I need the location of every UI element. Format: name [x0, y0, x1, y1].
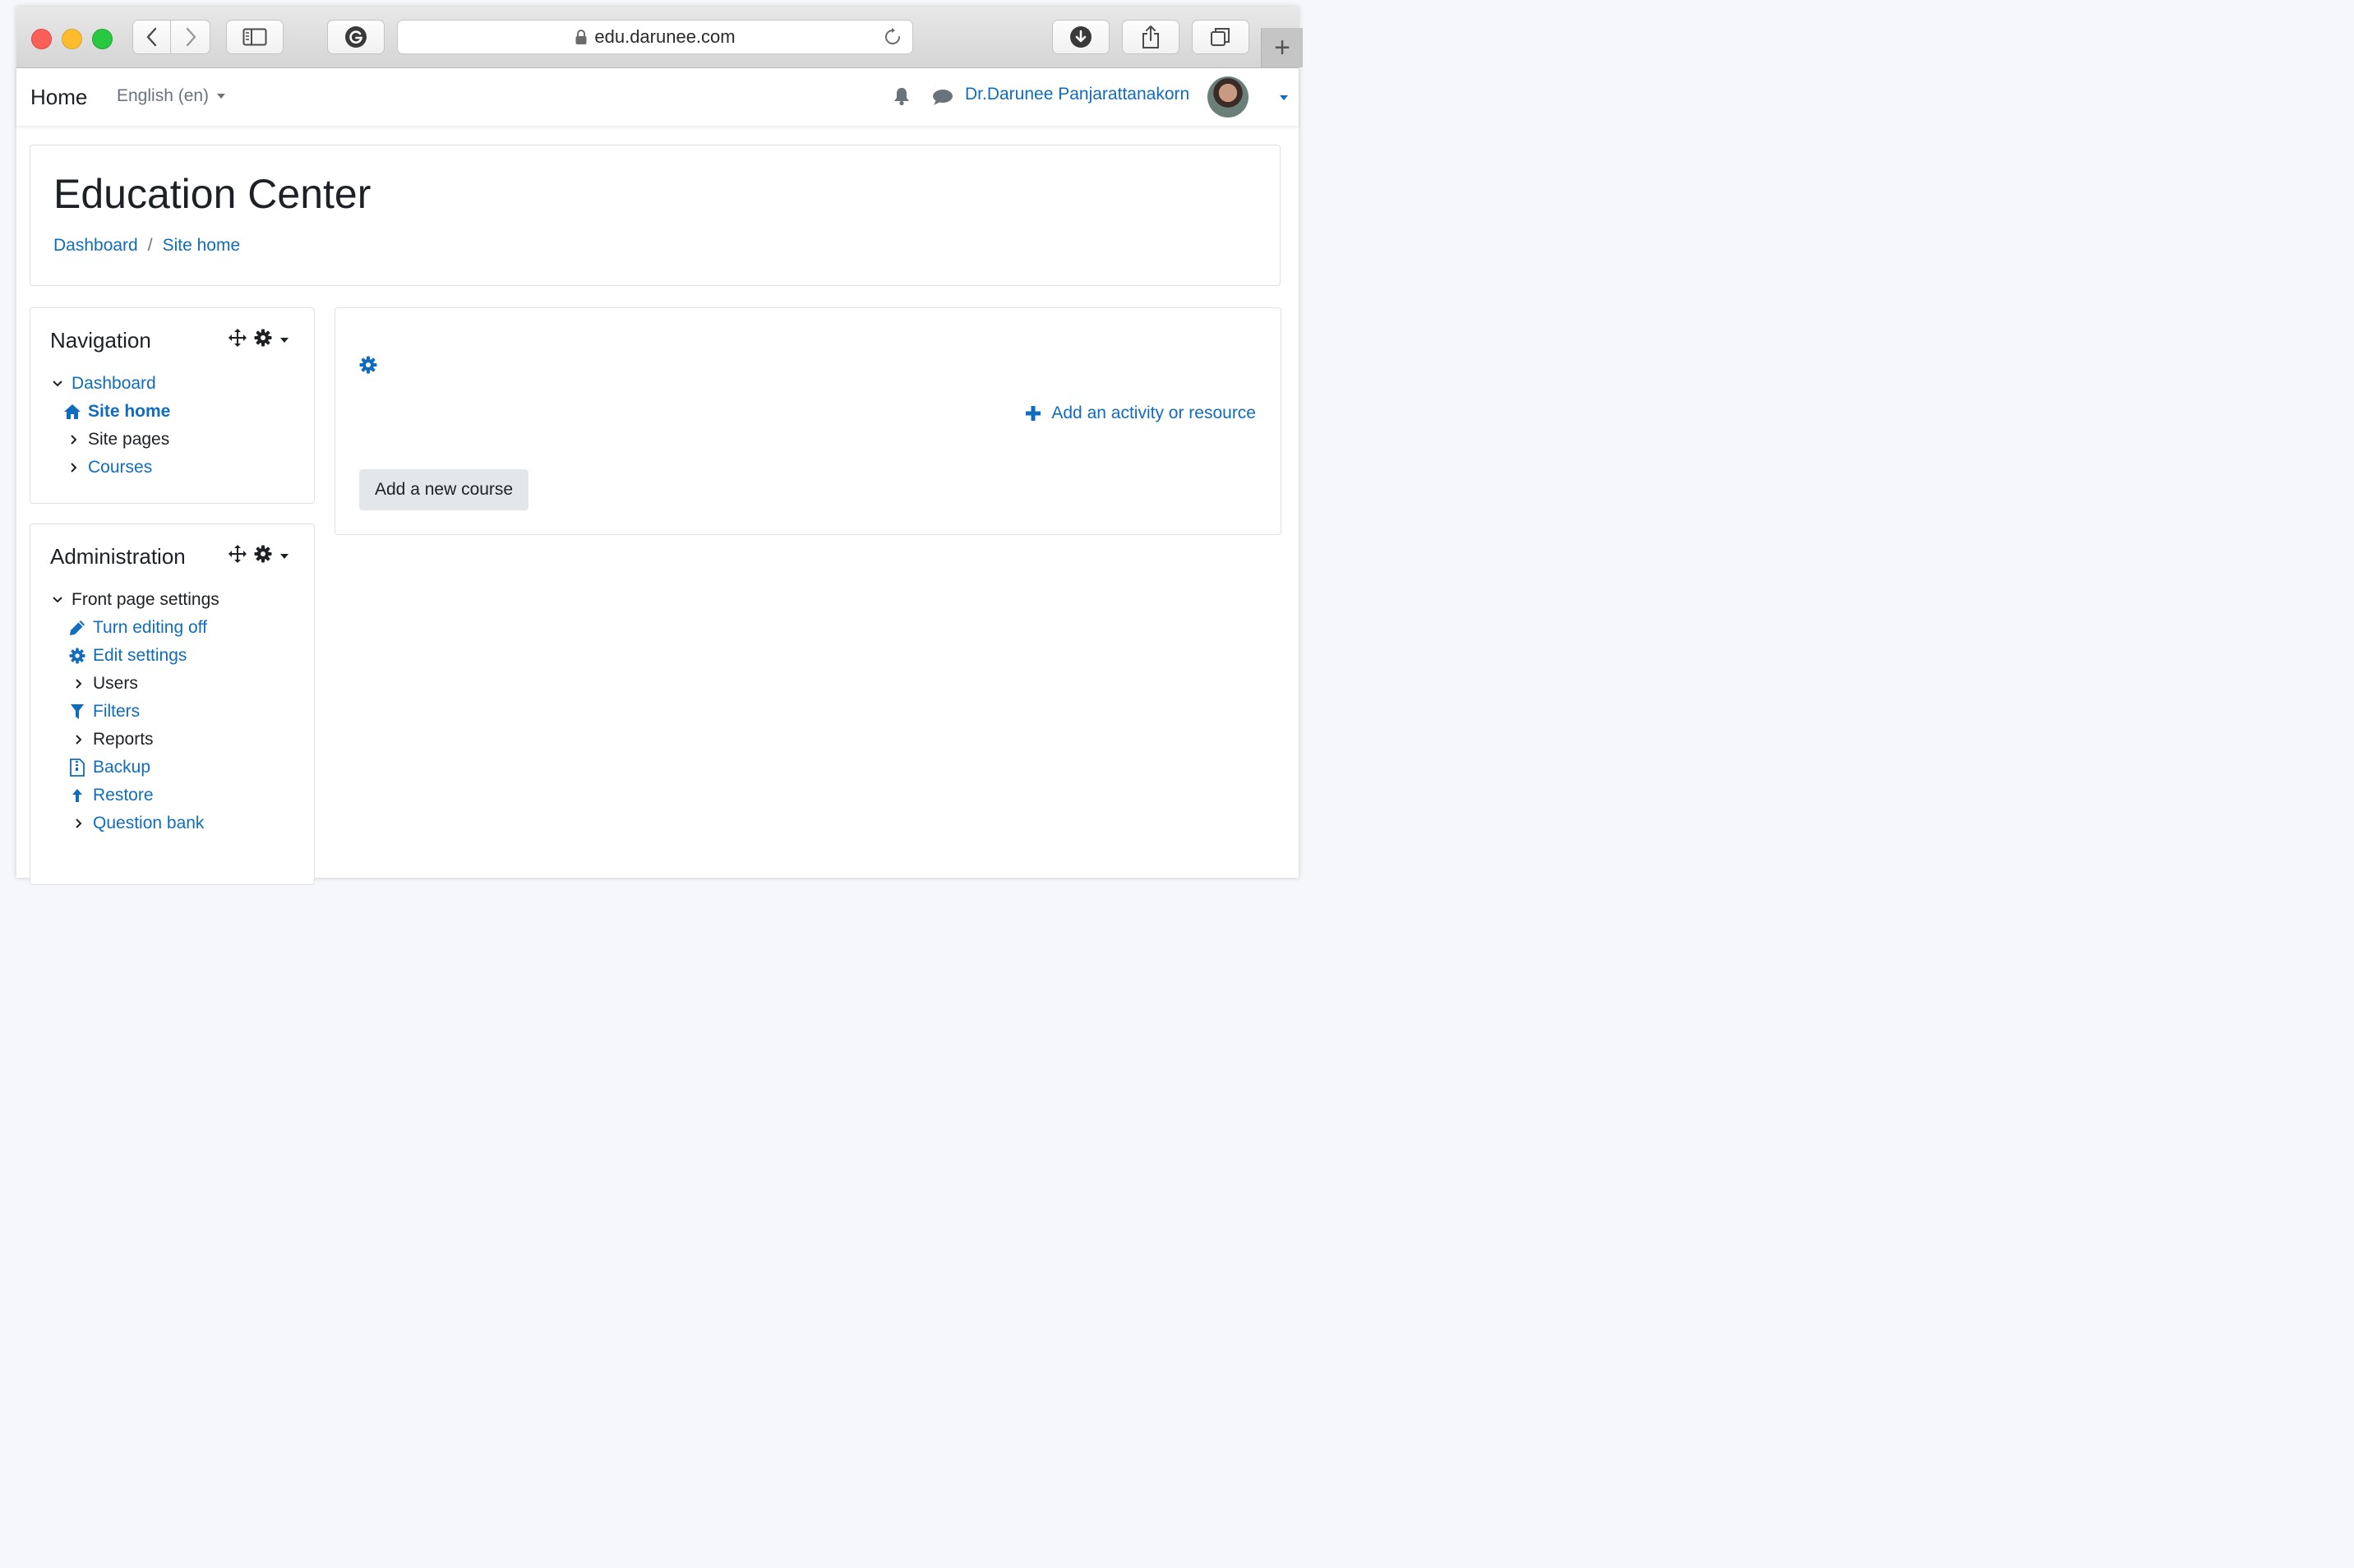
- move-icon[interactable]: [228, 328, 247, 352]
- grammarly-icon: [345, 26, 367, 48]
- admin-item-label: Front page settings: [72, 590, 219, 609]
- language-label: English (en): [117, 86, 210, 105]
- download-icon: [1070, 26, 1092, 48]
- nav-item-site-pages[interactable]: Site pages: [67, 430, 169, 450]
- url-text: edu.darunee.com: [594, 26, 736, 47]
- administration-block: Administration Front page settings Turn …: [30, 523, 315, 885]
- forward-icon: [186, 27, 196, 47]
- nav-item-site-home[interactable]: Site home: [63, 402, 170, 422]
- administration-block-title: Administration: [50, 544, 186, 569]
- backup-icon: [68, 759, 86, 777]
- breadcrumb-separator: /: [147, 236, 153, 255]
- nav-item-dashboard[interactable]: Dashboard: [50, 374, 156, 394]
- home-link[interactable]: Home: [30, 85, 87, 110]
- tabs-overview-button[interactable]: [1192, 20, 1249, 54]
- new-tab-button[interactable]: +: [1261, 28, 1303, 67]
- minimize-window-button[interactable]: [62, 29, 82, 49]
- downloads-button[interactable]: [1052, 20, 1110, 54]
- block-controls: [228, 328, 288, 352]
- admin-item-backup[interactable]: Backup: [68, 758, 150, 777]
- pencil-icon: [68, 620, 86, 636]
- admin-item-restore[interactable]: Restore: [68, 786, 154, 805]
- breadcrumb-site-home[interactable]: Site home: [163, 236, 241, 256]
- admin-item-reports[interactable]: Reports: [72, 730, 154, 749]
- chevron-right-icon: [72, 818, 86, 829]
- breadcrumb-dashboard[interactable]: Dashboard: [53, 236, 138, 256]
- home-icon: [63, 404, 81, 420]
- admin-item-label: Backup: [93, 758, 151, 777]
- chevron-right-icon: [72, 734, 86, 745]
- admin-item-filters[interactable]: Filters: [68, 702, 140, 722]
- add-activity-link[interactable]: Add an activity or resource: [1025, 404, 1256, 423]
- admin-item-label: Restore: [93, 786, 154, 805]
- back-icon: [146, 27, 156, 47]
- nav-item-courses[interactable]: Courses: [67, 458, 152, 477]
- add-activity-label: Add an activity or resource: [1051, 404, 1256, 422]
- page-title: Education Center: [53, 171, 372, 217]
- gear-icon: [68, 648, 86, 664]
- gear-icon[interactable]: [254, 329, 272, 351]
- tabs-icon: [1211, 28, 1230, 46]
- admin-item-question-bank[interactable]: Question bank: [72, 814, 204, 833]
- admin-item-turn-editing-off[interactable]: Turn editing off: [68, 618, 207, 638]
- filter-icon: [68, 703, 86, 720]
- sidebar-icon: [242, 28, 267, 46]
- chevron-down-icon: [50, 380, 65, 388]
- site-navbar: Home English (en) Dr.Darunee Panjarattan…: [16, 68, 1299, 126]
- nav-item-label: Site home: [88, 402, 171, 421]
- share-icon: [1142, 25, 1159, 48]
- user-name-link[interactable]: Dr.Darunee Panjarattanakorn: [965, 85, 1189, 104]
- browser-toolbar: edu.darunee.com +: [16, 7, 1303, 68]
- admin-item-label: Filters: [93, 702, 141, 721]
- admin-item-label: Edit settings: [93, 646, 187, 665]
- breadcrumb: Dashboard / Site home: [53, 236, 240, 256]
- navigation-block: Navigation Dashboard Site home Site page…: [30, 307, 315, 504]
- reload-icon[interactable]: [883, 27, 902, 52]
- share-button[interactable]: [1122, 20, 1179, 54]
- avatar[interactable]: [1207, 76, 1249, 118]
- admin-item-front-page-settings[interactable]: Front page settings: [50, 590, 219, 610]
- admin-item-edit-settings[interactable]: Edit settings: [68, 646, 187, 666]
- chevron-down-icon: [50, 596, 65, 604]
- move-icon[interactable]: [228, 544, 247, 568]
- chevron-down-icon[interactable]: [280, 337, 288, 343]
- page-header: Education Center Dashboard / Site home: [30, 145, 1281, 286]
- chevron-right-icon: [67, 434, 81, 445]
- grammarly-button[interactable]: [327, 20, 385, 54]
- forward-button[interactable]: [170, 20, 210, 54]
- lock-icon: [575, 29, 588, 45]
- language-menu[interactable]: English (en): [117, 86, 226, 106]
- restore-icon: [68, 787, 86, 804]
- nav-item-label: Site pages: [88, 430, 170, 449]
- sidebar-button[interactable]: [226, 20, 284, 54]
- nav-item-label: Courses: [88, 458, 153, 477]
- message-icon[interactable]: [932, 88, 953, 110]
- chevron-down-icon[interactable]: [280, 553, 288, 559]
- zoom-window-button[interactable]: [92, 29, 113, 49]
- admin-item-label: Turn editing off: [93, 618, 207, 637]
- add-course-button[interactable]: Add a new course: [359, 469, 529, 510]
- close-window-button[interactable]: [31, 29, 52, 49]
- admin-item-label: Reports: [93, 730, 154, 749]
- chevron-down-icon[interactable]: [1280, 95, 1288, 100]
- navigation-block-title: Navigation: [50, 328, 151, 353]
- gear-icon[interactable]: [359, 356, 377, 378]
- main-content: Add an activity or resource Add a new co…: [335, 307, 1281, 535]
- admin-item-label: Question bank: [93, 814, 205, 832]
- chevron-right-icon: [67, 462, 81, 473]
- admin-item-label: Users: [93, 674, 138, 693]
- browser-window: edu.darunee.com + Home English (en) Dr.D…: [16, 7, 1303, 885]
- bell-icon[interactable]: [893, 86, 911, 110]
- plus-icon: [1025, 405, 1041, 422]
- address-bar[interactable]: edu.darunee.com: [397, 20, 913, 54]
- admin-item-users[interactable]: Users: [72, 674, 138, 694]
- back-button[interactable]: [132, 20, 171, 54]
- nav-item-label: Dashboard: [72, 374, 156, 393]
- gear-icon[interactable]: [254, 545, 272, 567]
- chevron-down-icon: [217, 94, 226, 99]
- chevron-right-icon: [72, 678, 86, 689]
- block-controls: [228, 544, 288, 568]
